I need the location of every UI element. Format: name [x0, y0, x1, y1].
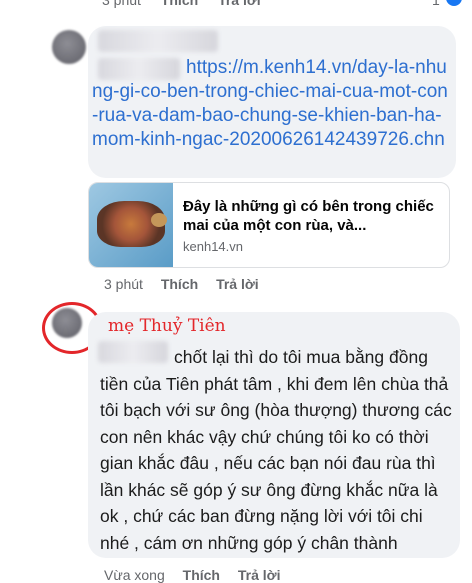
turtle-thumbnail-image	[89, 183, 173, 267]
link-preview-title[interactable]: Đây là những gì có bên trong chiếc mai c…	[183, 197, 441, 235]
comment-meta: 3 phút Thích Trả lời	[104, 276, 273, 292]
comment-time: 3 phút	[102, 0, 141, 8]
blurred-author-name	[98, 30, 218, 52]
link-preview-domain: kenh14.vn	[183, 239, 243, 254]
like-link[interactable]: Thích	[161, 0, 198, 8]
turtle-head-shape	[151, 213, 167, 227]
comment-time: Vừa xong	[104, 567, 165, 583]
comment-link[interactable]: https://m.kenh14.vn/day-la-nhung-gi-co-b…	[92, 56, 448, 152]
like-reaction-icon[interactable]	[446, 0, 462, 6]
reply-link[interactable]: Trả lời	[216, 276, 259, 292]
reaction-count: 1	[432, 0, 440, 8]
comment-meta: Vừa xong Thích Trả lời	[104, 567, 295, 583]
comment-text: chốt lại thì do tôi mua bằng đồng tiền c…	[100, 347, 452, 553]
reply-link[interactable]: Trả lời	[218, 0, 261, 8]
link-preview-card[interactable]: Đây là những gì có bên trong chiếc mai c…	[88, 182, 450, 268]
previous-comment-meta: 3 phút Thích Trả lời	[102, 0, 277, 8]
comment-time: 3 phút	[104, 276, 143, 292]
like-link[interactable]: Thích	[183, 567, 220, 583]
like-link[interactable]: Thích	[161, 276, 198, 292]
avatar[interactable]	[52, 30, 86, 64]
author-annotation: mẹ Thuỷ Tiên	[108, 316, 226, 336]
reply-link[interactable]: Trả lời	[238, 567, 281, 583]
